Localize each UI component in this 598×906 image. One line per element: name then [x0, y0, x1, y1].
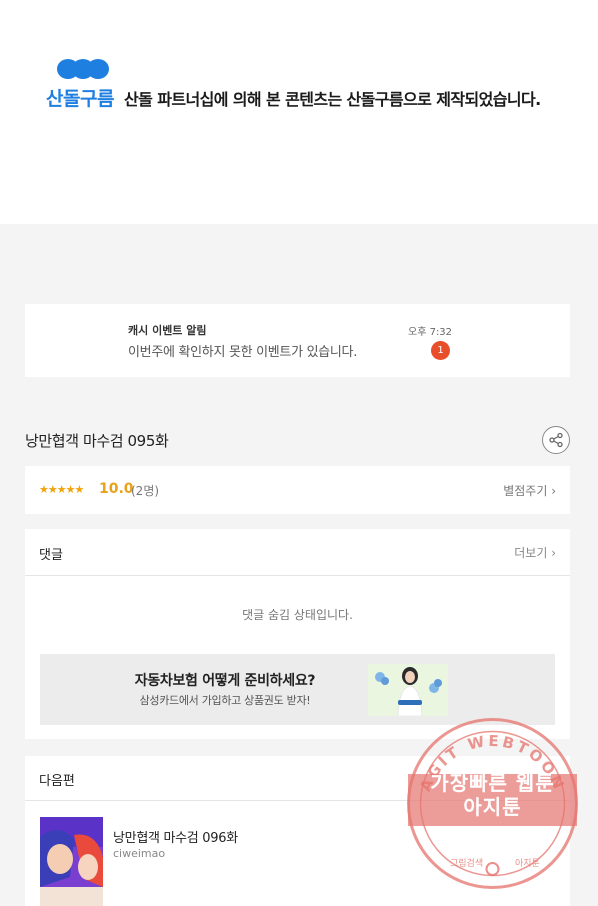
partner-logo-text: 산돌구름	[46, 88, 114, 110]
partner-banner: 산돌구름 산돌 파트너십에 의해 본 콘텐츠는 산돌구름으로 제작되었습니다.	[0, 0, 598, 224]
share-icon	[549, 432, 563, 448]
watermark-line1: 가장빠른 웹툰	[430, 771, 555, 795]
ad-title: 자동차보험 어떻게 준비하세요?	[134, 673, 316, 689]
episode-title: 낭만협객 마수검 095화	[25, 432, 169, 450]
rate-button[interactable]: 별점주기 ›	[503, 482, 556, 499]
next-section-title: 다음편	[39, 774, 75, 789]
watermark-line2: 아지툰	[463, 795, 522, 819]
ad-image	[368, 664, 448, 717]
next-episode-title[interactable]: 낭만협객 마수검 096화	[113, 827, 238, 846]
ad-banner[interactable]: 자동차보험 어떻게 준비하세요? 삼성카드에서 가입하고 상품권도 받자!	[40, 654, 555, 725]
comments-title: 댓글	[39, 548, 63, 563]
svg-text:그림검색: 그림검색	[450, 857, 483, 869]
notification-title: 캐시 이벤트 알림	[128, 324, 207, 337]
notification-message: 이번주에 확인하지 못한 이벤트가 있습니다.	[128, 345, 358, 360]
next-episode-author: ciweimao	[113, 847, 166, 860]
partner-message: 산돌 파트너십에 의해 본 콘텐츠는 산돌구름으로 제작되었습니다.	[124, 90, 541, 109]
notification-time: 오후 7:32	[408, 327, 453, 338]
divider	[25, 575, 570, 576]
watermark-stamp: AGIT WEBTOON 그림검색 아지툰 가장빠른 웹툰 아지툰	[405, 716, 580, 891]
cloud-logo-icon	[57, 59, 109, 81]
event-notification[interactable]: 캐시 이벤트 알림 이번주에 확인하지 못한 이벤트가 있습니다. 오후 7:3…	[25, 304, 570, 377]
rating-score: 10.0	[99, 481, 134, 497]
svg-text:아지툰: 아지툰	[515, 858, 540, 869]
notification-badge: 1	[431, 341, 450, 360]
share-button[interactable]	[542, 426, 570, 454]
rating-bar: ★★★★★ 10.0 (2명) 별점주기 ›	[25, 466, 570, 514]
rating-stars-icon: ★★★★★	[39, 483, 84, 496]
rating-count: (2명)	[131, 484, 160, 498]
ad-subtitle: 삼성카드에서 가입하고 상품권도 받자!	[139, 694, 311, 707]
next-episode-thumbnail[interactable]	[40, 817, 103, 906]
comments-hidden-message: 댓글 숨김 상태입니다.	[242, 608, 353, 622]
comments-section: 댓글 더보기 › 댓글 숨김 상태입니다. 자동차보험 어떻게 준비하세요? 삼…	[25, 529, 570, 739]
comments-more-button[interactable]: 더보기 ›	[514, 544, 556, 561]
